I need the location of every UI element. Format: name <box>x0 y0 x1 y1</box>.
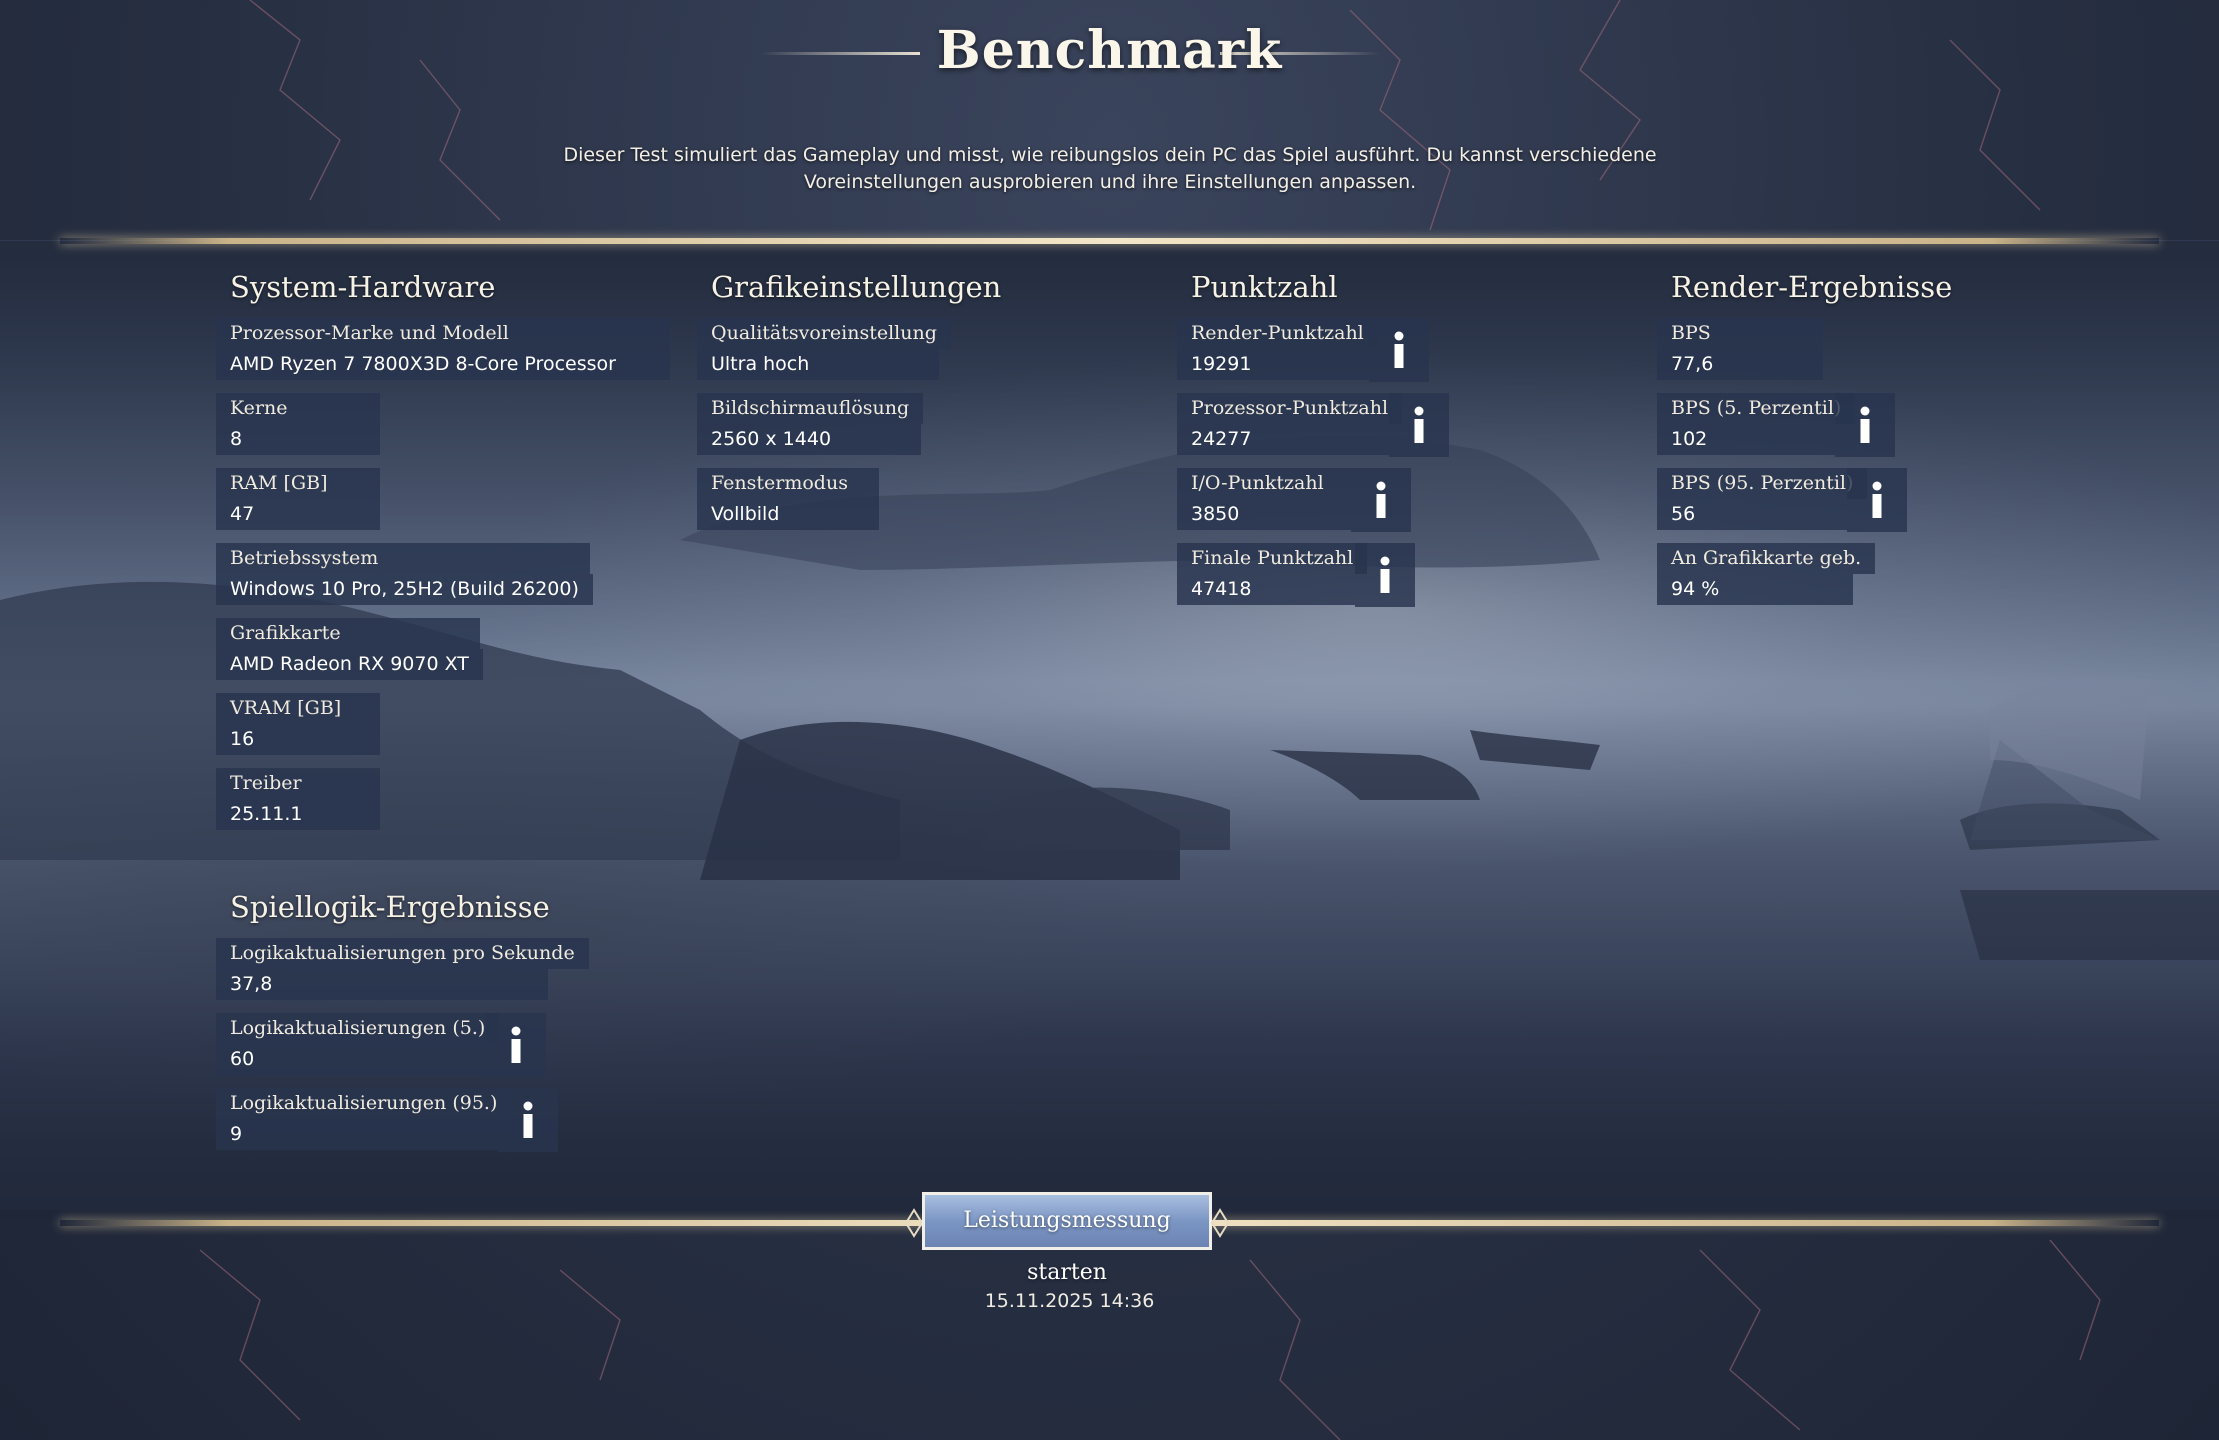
item-label: I/O-Punktzahl <box>1177 468 1351 499</box>
render-heading: Render-Ergebnisse <box>1671 270 1953 304</box>
hardware-column: System-Hardware Prozessor-Marke und Mode… <box>216 270 670 843</box>
hardware-heading: System-Hardware <box>230 270 496 304</box>
logic-heading: Spiellogik-Ergebnisse <box>230 890 550 924</box>
item-label: Logikaktualisierungen (5.) <box>216 1013 500 1044</box>
item-value: 19291 <box>1177 349 1369 380</box>
item-label: Qualitätsvoreinstellung <box>697 318 951 349</box>
benchmark-timestamp: 15.11.2025 14:36 <box>984 1290 1155 1312</box>
top-gold-divider <box>60 238 2159 244</box>
diamond-ornament-icon <box>1210 1208 1230 1238</box>
info-icon[interactable] <box>1835 393 1895 457</box>
graphics-preset: Qualitätsvoreinstellung Ultra hoch <box>697 318 1001 380</box>
logic-ups: Logikaktualisierungen pro Sekunde 37,8 <box>216 938 589 1000</box>
hardware-cpu: Prozessor-Marke und Modell AMD Ryzen 7 7… <box>216 318 670 380</box>
diamond-ornament-icon <box>904 1208 924 1238</box>
item-value: 47 <box>216 499 380 530</box>
render-fps: BPS 77,6 <box>1657 318 1952 380</box>
score-final: Finale Punktzahl 47418 <box>1177 543 1415 607</box>
item-value: 8 <box>216 424 380 455</box>
item-value: 16 <box>216 724 380 755</box>
logic-95th: Logikaktualisierungen (95.) 9 <box>216 1088 589 1152</box>
item-label: Render-Punktzahl <box>1177 318 1378 349</box>
hardware-os: Betriebssystem Windows 10 Pro, 25H2 (Bui… <box>216 543 670 605</box>
item-label: Treiber <box>216 768 380 799</box>
item-label: Logikaktualisierungen pro Sekunde <box>216 938 589 969</box>
item-label: Grafikkarte <box>216 618 480 649</box>
item-value: 94 % <box>1657 574 1853 605</box>
render-fps-95th: BPS (95. Perzentil) 56 <box>1657 468 1952 532</box>
item-label: BPS (95. Perzentil) <box>1657 468 1868 499</box>
item-label: VRAM [GB] <box>216 693 380 724</box>
render-column: Render-Ergebnisse BPS 77,6 BPS (5. Perze… <box>1657 270 1952 618</box>
item-label: Finale Punktzahl <box>1177 543 1368 574</box>
hardware-gpu: Grafikkarte AMD Radeon RX 9070 XT <box>216 618 670 680</box>
item-label: Bildschirmauflösung <box>697 393 924 424</box>
item-value: Ultra hoch <box>697 349 939 380</box>
item-value: 60 <box>216 1044 486 1075</box>
item-label: An Grafikkarte geb. <box>1657 543 1876 574</box>
score-io: I/O-Punktzahl 3850 <box>1177 468 1411 532</box>
item-label: Betriebssystem <box>216 543 590 574</box>
item-label: Kerne <box>216 393 380 424</box>
page-description: Dieser Test simuliert das Gameplay und m… <box>563 144 1657 193</box>
logic-5th: Logikaktualisierungen (5.) 60 <box>216 1013 589 1077</box>
item-value: 102 <box>1657 424 1835 455</box>
info-icon[interactable] <box>1369 318 1429 382</box>
item-value: Windows 10 Pro, 25H2 (Build 26200) <box>216 574 593 605</box>
start-benchmark-button[interactable]: Leistungsmessung starten <box>922 1192 1212 1285</box>
item-value: Vollbild <box>697 499 879 530</box>
item-label: Prozessor-Marke und Modell <box>216 318 670 349</box>
item-value: 37,8 <box>216 969 548 1000</box>
item-label: Fenstermodus <box>697 468 879 499</box>
graphics-window-mode: Fenstermodus Vollbild <box>697 468 1001 530</box>
score-render: Render-Punktzahl 19291 <box>1177 318 1429 382</box>
hardware-driver: Treiber 25.11.1 <box>216 768 670 830</box>
render-gpu-bound: An Grafikkarte geb. 94 % <box>1657 543 1952 605</box>
score-column: Punktzahl Render-Punktzahl 19291 Prozess… <box>1177 270 1449 618</box>
item-value: 9 <box>216 1119 498 1150</box>
item-value: AMD Ryzen 7 7800X3D 8-Core Processor <box>216 349 670 380</box>
score-cpu: Prozessor-Punktzahl 24277 <box>1177 393 1449 457</box>
item-value: 77,6 <box>1657 349 1823 380</box>
item-value: 24277 <box>1177 424 1389 455</box>
graphics-column: Grafikeinstellungen Qualitätsvoreinstell… <box>697 270 1001 543</box>
item-value: 2560 x 1440 <box>697 424 921 455</box>
info-icon[interactable] <box>1351 468 1411 532</box>
hardware-vram: VRAM [GB] 16 <box>216 693 670 755</box>
info-icon[interactable] <box>1389 393 1449 457</box>
graphics-resolution: Bildschirmauflösung 2560 x 1440 <box>697 393 1001 455</box>
item-value: AMD Radeon RX 9070 XT <box>216 649 483 680</box>
item-value: 56 <box>1657 499 1847 530</box>
logic-column: Spiellogik-Ergebnisse Logikaktualisierun… <box>216 890 589 1163</box>
item-value: 3850 <box>1177 499 1351 530</box>
render-fps-5th: BPS (5. Perzentil) 102 <box>1657 393 1952 457</box>
item-value: 47418 <box>1177 574 1355 605</box>
graphics-heading: Grafikeinstellungen <box>711 270 1002 304</box>
item-label: BPS <box>1657 318 1823 349</box>
item-value: 25.11.1 <box>216 799 380 830</box>
score-heading: Punktzahl <box>1191 270 1338 304</box>
item-label: Prozessor-Punktzahl <box>1177 393 1403 424</box>
start-button-frame: Leistungsmessung starten <box>904 1190 1314 1285</box>
item-label: RAM [GB] <box>216 468 380 499</box>
info-icon[interactable] <box>486 1013 546 1077</box>
item-label: Logikaktualisierungen (95.) <box>216 1088 512 1119</box>
hardware-cores: Kerne 8 <box>216 393 670 455</box>
page-title: Benchmark <box>936 20 1283 81</box>
info-icon[interactable] <box>1847 468 1907 532</box>
info-icon[interactable] <box>1355 543 1415 607</box>
item-label: BPS (5. Perzentil) <box>1657 393 1856 424</box>
info-icon[interactable] <box>498 1088 558 1152</box>
hardware-ram: RAM [GB] 47 <box>216 468 670 530</box>
